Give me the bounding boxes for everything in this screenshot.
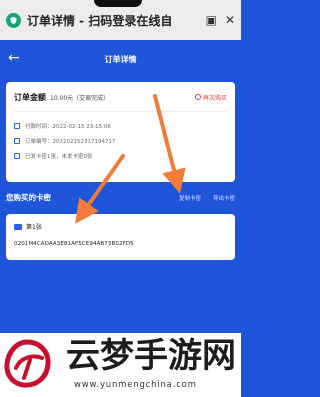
photo-icon[interactable]: ▣ <box>206 13 217 27</box>
rebuy-label: 再次购买 <box>202 94 227 102</box>
amount-value: 10.00元（交易完成） <box>50 95 110 102</box>
card-code[interactable]: 0201M4CADAA3E81AF5CE94AB73B02FD5 <box>14 241 227 247</box>
camera-notch <box>94 0 142 7</box>
info-row-card-count: 已发卡密1张，未发卡密0张 <box>14 148 227 163</box>
card-index-label: 第1张 <box>26 224 42 231</box>
copy-cards-link[interactable]: 复制卡密 <box>179 194 201 202</box>
clock-icon <box>14 122 20 129</box>
watermark-brand: 云梦手游网 <box>66 336 236 376</box>
info-row-payment-time: 付款时间：2022-02-15 23:15:06 <box>14 118 227 133</box>
order-summary-card: 订单金额 10.00元（交易完成） 再次购买 付款时间：2022-02-15 2… <box>6 82 235 182</box>
watermark-url: www.yunmengchina.com <box>74 380 197 390</box>
page-title: 订单详情 <box>104 54 137 64</box>
shield-icon <box>6 12 21 28</box>
card-count: 已发卡密1张，未发卡密0张 <box>25 153 93 160</box>
payment-time: 付款时间：2022-02-15 23:15:06 <box>25 123 111 130</box>
card-icon <box>14 152 20 159</box>
page-header: ← 订单详情 <box>0 40 241 78</box>
card-icon <box>14 223 22 230</box>
divider <box>14 111 227 112</box>
export-cards-link[interactable]: 导出卡密 <box>213 194 235 202</box>
browser-title: 订单详情 - 扫码登录在线自 <box>27 13 173 28</box>
rebuy-button[interactable]: 再次购买 <box>194 93 227 102</box>
card-item: 第1张 0201M4CADAA3E81AF5CE94AB73B02FD5 <box>6 214 235 260</box>
browser-bar: 订单详情 - 扫码登录在线自 ▣ ✕ <box>0 0 241 40</box>
document-icon <box>14 137 20 144</box>
back-arrow-icon[interactable]: ← <box>8 50 20 66</box>
close-icon[interactable]: ✕ <box>225 13 235 27</box>
cards-section-header: 您购买的卡密 复制卡密 导出卡密 <box>6 192 235 203</box>
refresh-icon <box>194 94 201 100</box>
info-row-order-number: 订单编号：202202152317194717 <box>14 133 227 148</box>
order-number: 订单编号：202202152317194717 <box>25 138 116 145</box>
amount-label: 订单金额 <box>14 93 46 102</box>
watermark-logo-icon <box>4 339 51 388</box>
section-title: 您购买的卡密 <box>6 193 51 202</box>
